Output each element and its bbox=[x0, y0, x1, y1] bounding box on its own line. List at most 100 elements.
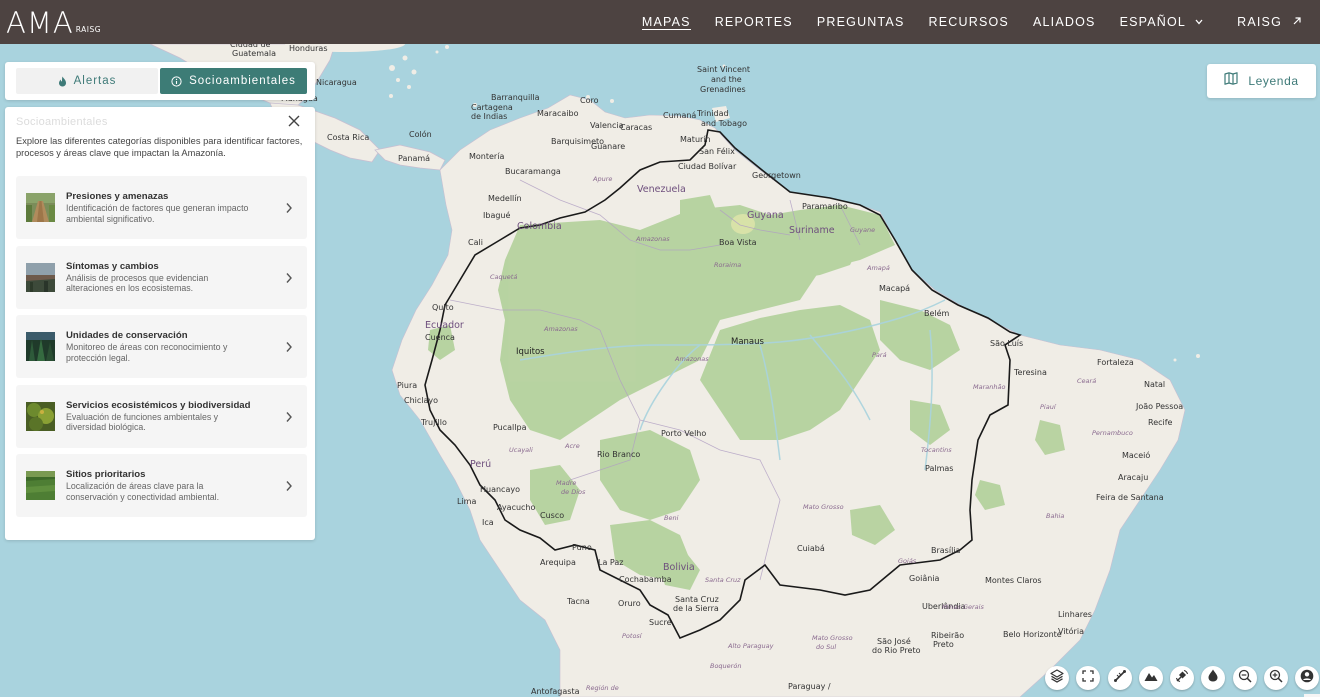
svg-text:Paraguay /: Paraguay / bbox=[788, 682, 831, 691]
svg-text:Caracas: Caracas bbox=[620, 123, 652, 132]
svg-text:and Tobago: and Tobago bbox=[701, 119, 747, 128]
svg-text:São Luís: São Luís bbox=[990, 339, 1023, 348]
sitios-thumbnail bbox=[26, 471, 55, 500]
svg-text:do Rio Preto: do Rio Preto bbox=[872, 646, 921, 655]
svg-text:Boquerón: Boquerón bbox=[710, 662, 741, 670]
alertas-tab[interactable]: Alertas bbox=[16, 68, 158, 94]
mode-toggle: Alertas Socioambientales bbox=[5, 62, 315, 100]
layers-icon bbox=[1050, 668, 1064, 688]
svg-text:Alto Paraguay: Alto Paraguay bbox=[727, 642, 774, 650]
svg-text:Lima: Lima bbox=[457, 497, 476, 506]
fire-icon bbox=[58, 76, 67, 87]
svg-text:Mato Grosso: Mato Grosso bbox=[812, 634, 853, 642]
svg-text:Potosí: Potosí bbox=[622, 632, 643, 640]
ruler-icon bbox=[1113, 669, 1127, 688]
svg-text:Maceió: Maceió bbox=[1122, 450, 1150, 460]
svg-text:Quito: Quito bbox=[432, 303, 454, 312]
top-navbar: AMA RAISG MAPAS REPORTES PREGUNTAS RECUR… bbox=[0, 0, 1320, 44]
svg-text:Fortaleza: Fortaleza bbox=[1097, 358, 1134, 367]
svg-text:Saint Vincent: Saint Vincent bbox=[697, 65, 750, 74]
measure-button[interactable] bbox=[1107, 666, 1132, 690]
svg-text:Natal: Natal bbox=[1144, 380, 1165, 389]
svg-text:Perú: Perú bbox=[470, 459, 491, 470]
socioambientales-tab[interactable]: Socioambientales bbox=[160, 68, 307, 94]
category-description: Monitoreo de áreas con reconocimiento y … bbox=[66, 342, 228, 363]
category-description: Localización de áreas clave para la cons… bbox=[66, 481, 220, 502]
layers-button[interactable] bbox=[1045, 666, 1069, 690]
panel-title: Socioambientales bbox=[16, 116, 108, 128]
svg-text:Chiclayo: Chiclayo bbox=[404, 396, 438, 405]
terrain-button[interactable] bbox=[1138, 666, 1163, 690]
nav-raisg-external[interactable]: RAISG bbox=[1237, 0, 1302, 44]
zoom-out-icon bbox=[1238, 669, 1252, 688]
svg-text:Piura: Piura bbox=[397, 381, 417, 390]
ama-logo[interactable]: AMA RAISG bbox=[6, 4, 124, 40]
info-circle-icon bbox=[171, 75, 182, 87]
svg-text:Ica: Ica bbox=[482, 518, 494, 527]
nav-recursos[interactable]: RECURSOS bbox=[929, 0, 1009, 44]
socioambientales-label: Socioambientales bbox=[189, 75, 296, 87]
svg-text:Cumaná: Cumaná bbox=[663, 111, 696, 120]
nav-reportes[interactable]: REPORTES bbox=[715, 0, 793, 44]
svg-text:Apure: Apure bbox=[592, 175, 612, 183]
logo-main-text: AMA bbox=[6, 6, 74, 40]
svg-text:Palmas: Palmas bbox=[925, 464, 953, 473]
svg-text:Cali: Cali bbox=[468, 238, 483, 247]
svg-text:Guatemala: Guatemala bbox=[232, 49, 276, 58]
svg-text:São José: São José bbox=[877, 636, 911, 646]
svg-text:Guyana: Guyana bbox=[747, 210, 784, 221]
svg-text:Bolivia: Bolivia bbox=[663, 562, 695, 573]
chevron-right-icon bbox=[285, 271, 293, 283]
nav-preguntas[interactable]: PREGUNTAS bbox=[817, 0, 905, 44]
category-name: Unidades de conservación bbox=[66, 330, 188, 341]
language-selector[interactable]: ESPAÑOL bbox=[1120, 0, 1204, 44]
category-unidades-conservacion[interactable]: Unidades de conservación Monitoreo de ár… bbox=[16, 315, 307, 378]
main-nav: MAPAS REPORTES PREGUNTAS RECURSOS ALIADO… bbox=[641, 0, 1320, 44]
alertas-label: Alertas bbox=[73, 75, 117, 87]
svg-text:Pernambuco: Pernambuco bbox=[1092, 429, 1133, 437]
svg-text:Puno: Puno bbox=[572, 543, 592, 552]
nav-aliados[interactable]: ALIADOS bbox=[1033, 0, 1096, 44]
svg-text:Pucallpa: Pucallpa bbox=[493, 423, 527, 432]
water-button[interactable] bbox=[1201, 666, 1226, 690]
svg-text:Iquitos: Iquitos bbox=[516, 347, 545, 357]
unidades-thumbnail bbox=[26, 332, 55, 361]
category-servicios-ecosistemicos[interactable]: Servicios ecosistémicos y biodiversidad … bbox=[16, 384, 307, 448]
category-sitios-prioritarios[interactable]: Sitios prioritarios Localización de área… bbox=[16, 454, 307, 517]
svg-text:Región de: Región de bbox=[586, 684, 619, 692]
svg-text:Bucaramanga: Bucaramanga bbox=[505, 167, 561, 176]
fullscreen-button[interactable] bbox=[1076, 666, 1101, 690]
svg-text:Preto: Preto bbox=[933, 640, 954, 649]
category-description: Identificación de factores que generan i… bbox=[66, 203, 249, 224]
svg-text:Medellín: Medellín bbox=[488, 194, 522, 203]
svg-text:Ucayali: Ucayali bbox=[509, 446, 533, 454]
logo-sub-text: RAISG bbox=[75, 25, 102, 34]
nav-mapas[interactable]: MAPAS bbox=[641, 0, 691, 44]
map-toolbar bbox=[1045, 666, 1320, 692]
category-presiones[interactable]: Presiones y amenazas Identificación de f… bbox=[16, 176, 307, 239]
svg-text:Aracaju: Aracaju bbox=[1118, 473, 1148, 482]
svg-text:de Indias: de Indias bbox=[471, 112, 507, 121]
zoom-in-button[interactable] bbox=[1264, 666, 1289, 690]
legend-button[interactable]: Leyenda bbox=[1207, 64, 1316, 98]
svg-text:Paramaribo: Paramaribo bbox=[802, 202, 848, 211]
svg-text:Teresina: Teresina bbox=[1013, 368, 1047, 377]
sintomas-thumbnail bbox=[26, 262, 55, 292]
svg-text:Maranhão: Maranhão bbox=[973, 383, 1005, 391]
satellite-button[interactable] bbox=[1170, 666, 1195, 690]
zoom-out-button[interactable] bbox=[1232, 666, 1257, 690]
svg-text:Ayacucho: Ayacucho bbox=[497, 503, 536, 512]
svg-text:Sucre: Sucre bbox=[649, 618, 672, 627]
svg-text:Macapá: Macapá bbox=[879, 284, 910, 293]
category-sintomas[interactable]: Síntomas y cambios Análisis de procesos … bbox=[16, 245, 307, 309]
svg-text:Cuiabá: Cuiabá bbox=[797, 544, 825, 553]
svg-text:Manaus: Manaus bbox=[731, 337, 765, 347]
svg-text:Recife: Recife bbox=[1148, 418, 1173, 427]
category-name: Servicios ecosistémicos y biodiversidad bbox=[66, 399, 251, 411]
user-button[interactable] bbox=[1295, 666, 1320, 690]
svg-text:de Dios: de Dios bbox=[561, 488, 586, 496]
svg-text:Santa Cruz: Santa Cruz bbox=[705, 576, 741, 584]
fullscreen-icon bbox=[1082, 669, 1094, 687]
close-icon[interactable] bbox=[287, 114, 301, 128]
svg-text:Santa Cruz: Santa Cruz bbox=[675, 595, 719, 604]
